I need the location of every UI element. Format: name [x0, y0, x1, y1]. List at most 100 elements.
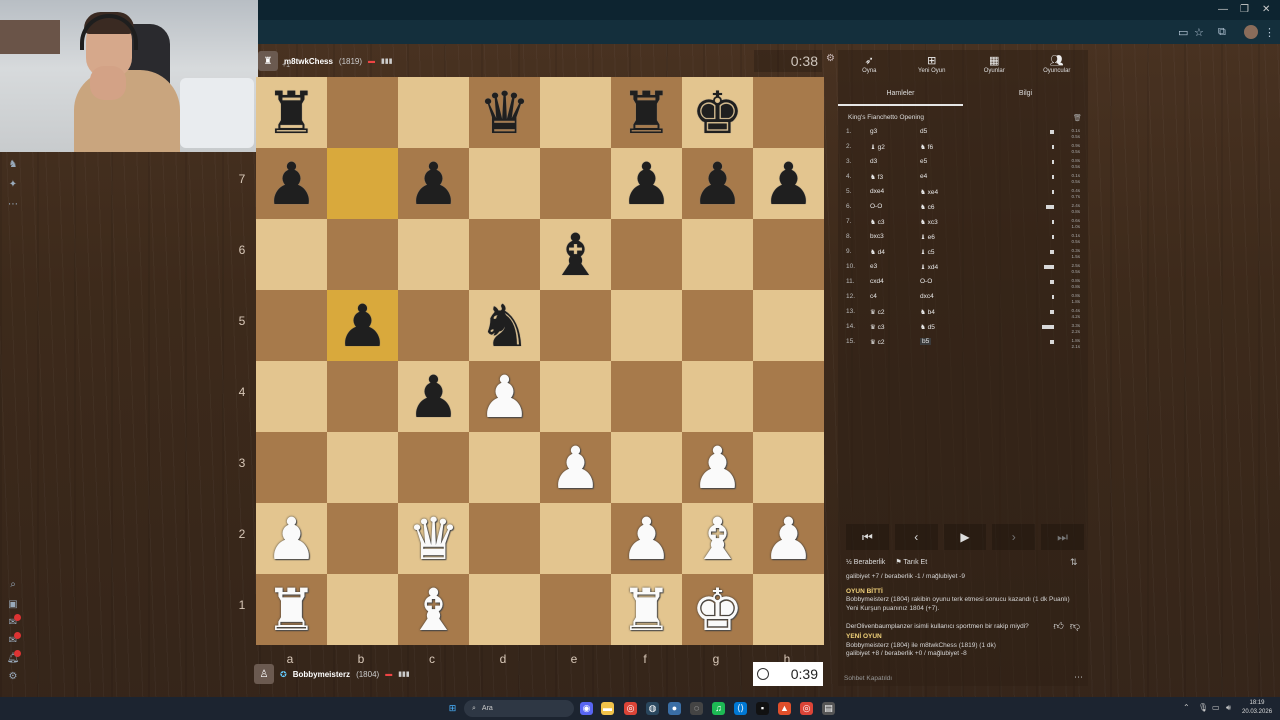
- square-g2[interactable]: ♝: [682, 503, 753, 574]
- white-pawn-piece[interactable]: ♟: [763, 510, 815, 568]
- square-g3[interactable]: ♟: [682, 432, 753, 503]
- white-move[interactable]: cxd4: [870, 278, 884, 285]
- square-f3[interactable]: [611, 432, 682, 503]
- white-move[interactable]: g3: [870, 128, 877, 135]
- draw-button[interactable]: ½ Beraberlik: [846, 559, 885, 566]
- white-pawn-piece[interactable]: ♟: [621, 510, 673, 568]
- white-pawn-piece[interactable]: ♟: [479, 368, 531, 426]
- profile-avatar[interactable]: [1244, 25, 1258, 39]
- black-move[interactable]: ♝ xd4: [920, 263, 938, 271]
- square-a7[interactable]: ♟: [256, 148, 327, 219]
- first-move-button[interactable]: ⏮: [846, 524, 889, 550]
- square-b2[interactable]: [327, 503, 398, 574]
- black-move[interactable]: ♞ d5: [920, 323, 935, 331]
- square-g7[interactable]: ♟: [682, 148, 753, 219]
- square-f1[interactable]: ♜: [611, 574, 682, 645]
- square-c5[interactable]: [398, 290, 469, 361]
- white-rook-piece[interactable]: ♜: [621, 581, 673, 639]
- thumbs-up-icon[interactable]: 👍︎: [1053, 620, 1063, 632]
- black-move[interactable]: ♞ f6: [920, 143, 933, 151]
- chat-more-icon[interactable]: ⋯: [1074, 672, 1083, 683]
- white-move[interactable]: dxe4: [870, 188, 884, 195]
- white-move[interactable]: e3: [870, 263, 877, 270]
- square-g8[interactable]: ♚: [682, 77, 753, 148]
- white-move[interactable]: c4: [870, 293, 877, 300]
- square-e1[interactable]: [540, 574, 611, 645]
- flip-board-icon[interactable]: ⇅: [1070, 557, 1078, 568]
- white-bishop-piece[interactable]: ♝: [692, 510, 744, 568]
- black-king-piece[interactable]: ♚: [692, 84, 744, 142]
- square-e4[interactable]: [540, 361, 611, 432]
- black-move[interactable]: O-O: [920, 278, 932, 285]
- chess-board[interactable]: ♜ ♛ ♜ ♚ ♟ ♟ ♟ ♟ ♟ ♝ ♟ ♞ ♟ ♟ ♟ ♟ ♟ ♛ ♟ ♝ ♟ ♜ ♝ ♜ ♚: [256, 77, 824, 645]
- square-g4[interactable]: [682, 361, 753, 432]
- square-h8[interactable]: [753, 77, 824, 148]
- black-bishop-piece[interactable]: ♝: [550, 226, 602, 284]
- square-e5[interactable]: [540, 290, 611, 361]
- white-move[interactable]: ♝ g2: [870, 143, 885, 151]
- bottom-player-name[interactable]: Bobbymeisterz: [293, 670, 350, 679]
- square-f2[interactable]: ♟: [611, 503, 682, 574]
- nav-players[interactable]: 👥︎ Oyuncular: [1026, 54, 1089, 82]
- white-move[interactable]: ♛ c3: [870, 323, 885, 331]
- last-move-button[interactable]: ⏭: [1041, 524, 1084, 550]
- black-pawn-piece[interactable]: ♟: [266, 155, 318, 213]
- square-d3[interactable]: [469, 432, 540, 503]
- black-move[interactable]: e5: [920, 158, 927, 165]
- black-move[interactable]: e4: [920, 173, 927, 180]
- top-player-avatar[interactable]: ♜: [258, 51, 278, 71]
- square-h1[interactable]: [753, 574, 824, 645]
- resign-button[interactable]: ⚑ Tarık Et: [895, 558, 927, 566]
- square-a6[interactable]: [256, 219, 327, 290]
- white-move[interactable]: ♞ c3: [870, 218, 885, 226]
- taskbar-clock[interactable]: 18:19 20.03.2026: [1242, 699, 1272, 717]
- white-move[interactable]: ♞ d4: [870, 248, 885, 256]
- black-rook-piece[interactable]: ♜: [621, 84, 673, 142]
- search-icon[interactable]: ⌕: [6, 578, 20, 592]
- board-settings-icon[interactable]: ⚙: [826, 53, 835, 64]
- tab-info[interactable]: Bilgi: [963, 88, 1088, 106]
- app-icon[interactable]: ▤: [822, 702, 835, 715]
- chrome-icon[interactable]: ◎: [800, 702, 813, 715]
- discord-icon[interactable]: ◉: [580, 702, 593, 715]
- square-c6[interactable]: [398, 219, 469, 290]
- black-queen-piece[interactable]: ♛: [479, 84, 531, 142]
- tray-chevron-icon[interactable]: ⌃: [1183, 703, 1190, 712]
- extensions-icon[interactable]: ⧉: [1218, 26, 1226, 39]
- bookmark-star-icon[interactable]: ☆: [1194, 26, 1204, 39]
- black-pawn-piece[interactable]: ♟: [408, 368, 460, 426]
- top-player-name[interactable]: m8twkChess: [284, 57, 333, 66]
- square-b3[interactable]: [327, 432, 398, 503]
- bottom-player-avatar[interactable]: ♙: [254, 664, 274, 684]
- chrome-icon[interactable]: ◎: [624, 702, 637, 715]
- square-a1[interactable]: ♜: [256, 574, 327, 645]
- black-pawn-piece[interactable]: ♟: [763, 155, 815, 213]
- nav-play[interactable]: ➶ Oyna: [838, 54, 901, 82]
- black-pawn-piece[interactable]: ♟: [621, 155, 673, 213]
- white-king-piece[interactable]: ♚: [692, 581, 744, 639]
- square-h2[interactable]: ♟: [753, 503, 824, 574]
- microphone-icon[interactable]: 🎙︎: [1198, 703, 1208, 712]
- black-move[interactable]: d5: [920, 128, 927, 135]
- black-move[interactable]: ♝ e6: [920, 233, 935, 241]
- windows-start-icon[interactable]: ⊞: [446, 702, 459, 715]
- square-b7[interactable]: [327, 148, 398, 219]
- square-f4[interactable]: [611, 361, 682, 432]
- puzzle-icon[interactable]: ✦: [6, 178, 20, 192]
- square-f5[interactable]: [611, 290, 682, 361]
- square-a2[interactable]: ♟: [256, 503, 327, 574]
- white-move[interactable]: d3: [870, 158, 877, 165]
- black-move[interactable]: ♞ xe4: [920, 188, 938, 196]
- black-pawn-piece[interactable]: ♟: [692, 155, 744, 213]
- vscode-icon[interactable]: ⟨⟩: [734, 702, 747, 715]
- logo-icon[interactable]: ♞: [6, 158, 20, 172]
- square-b8[interactable]: [327, 77, 398, 148]
- black-move[interactable]: ♝ c5: [920, 248, 935, 256]
- network-icon[interactable]: ▭: [1212, 703, 1220, 712]
- white-move[interactable]: ♛ c2: [870, 308, 885, 316]
- app-icon[interactable]: ●: [668, 702, 681, 715]
- volume-icon[interactable]: 🔊︎: [1226, 703, 1231, 713]
- square-g6[interactable]: [682, 219, 753, 290]
- gear-icon[interactable]: ⚙: [6, 670, 20, 684]
- black-move[interactable]: b5: [920, 338, 932, 345]
